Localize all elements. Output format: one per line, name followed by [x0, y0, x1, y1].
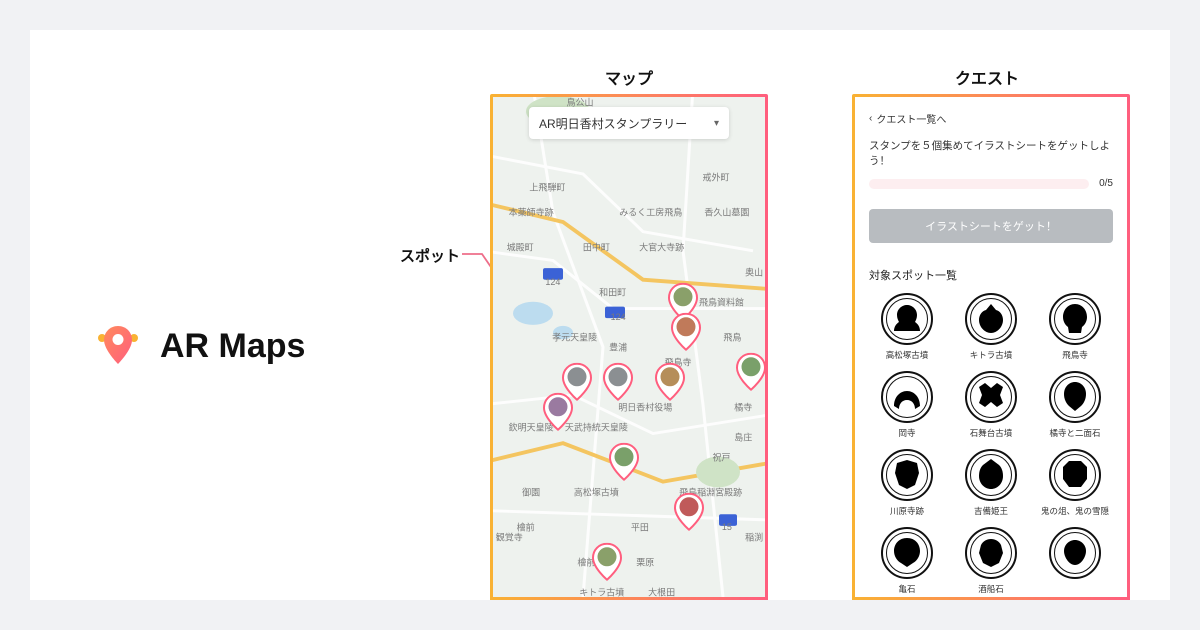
silhouette-icon — [973, 301, 1009, 337]
section-title-quest: クエスト — [955, 65, 1019, 89]
map-canvas[interactable]: 鳥公山別所町上飛騨町戒外町本薬師寺跡みるく工房飛鳥香久山墓園城殿町田中町大官大寺… — [493, 97, 765, 597]
map-spot-pin[interactable] — [608, 443, 640, 481]
silhouette-icon — [889, 535, 925, 571]
quest-spot-name: 鬼の俎、鬼の雪隠 — [1041, 505, 1109, 517]
silhouette-icon — [889, 301, 925, 337]
rally-select-value: AR明日香村スタンプラリー — [539, 115, 687, 132]
quest-description: スタンプを５個集めてイラストシートをゲットしよう！ — [869, 138, 1113, 168]
silhouette-icon — [973, 535, 1009, 571]
quest-spot-name: 高松塚古墳 — [886, 349, 929, 361]
quest-spot-coin — [881, 371, 933, 423]
quest-spot-item[interactable]: 石舞台古墳 — [953, 371, 1029, 439]
quest-spot-name: 吉備姫王 — [974, 505, 1008, 517]
silhouette-icon — [973, 457, 1009, 493]
silhouette-icon — [1057, 301, 1093, 337]
map-spot-pin[interactable] — [735, 353, 765, 391]
quest-spot-name: 岡寺 — [898, 427, 915, 439]
chevron-down-icon: ▾ — [714, 118, 719, 129]
map-phone-frame: 鳥公山別所町上飛騨町戒外町本薬師寺跡みるく工房飛鳥香久山墓園城殿町田中町大官大寺… — [490, 94, 768, 600]
quest-spot-coin — [965, 293, 1017, 345]
quest-progress-bar — [869, 179, 1089, 189]
quest-spot-coin — [881, 527, 933, 579]
quest-spot-item[interactable]: 亀石 — [869, 527, 945, 595]
brand-logo: AR Maps — [92, 320, 305, 372]
quest-reward-button-label: イラストシートをゲット！ — [925, 218, 1057, 234]
quest-spot-item[interactable] — [1037, 527, 1113, 595]
quest-spot-coin — [1049, 449, 1101, 501]
quest-spot-coin — [965, 371, 1017, 423]
silhouette-icon — [973, 379, 1009, 415]
quest-spot-name: 橘寺と二面石 — [1049, 427, 1100, 439]
quest-spot-item[interactable]: 橘寺と二面石 — [1037, 371, 1113, 439]
map-spot-pin[interactable] — [670, 313, 702, 351]
quest-back-link[interactable]: ‹ クエスト一覧へ — [869, 111, 1113, 126]
map-spot-pin[interactable] — [602, 363, 634, 401]
quest-spot-coin — [1049, 293, 1101, 345]
callout-spot-label: スポット — [400, 245, 460, 266]
map-spot-pin[interactable] — [542, 393, 574, 431]
quest-spot-name: 亀石 — [898, 583, 915, 595]
quest-spot-list-header: 対象スポット一覧 — [869, 267, 1113, 283]
quest-phone-frame: ‹ クエスト一覧へ スタンプを５個集めてイラストシートをゲットしよう！ 0/5 … — [852, 94, 1130, 600]
silhouette-icon — [1057, 535, 1093, 571]
quest-spot-item[interactable]: 高松塚古墳 — [869, 293, 945, 361]
quest-reward-button[interactable]: イラストシートをゲット！ — [869, 209, 1113, 243]
quest-back-label: クエスト一覧へ — [876, 111, 946, 126]
quest-spot-coin — [881, 449, 933, 501]
quest-spot-coin — [1049, 371, 1101, 423]
map-pin-logo-icon — [92, 320, 144, 372]
quest-spot-item[interactable]: キトラ古墳 — [953, 293, 1029, 361]
quest-spot-coin — [881, 293, 933, 345]
quest-spot-item[interactable]: 岡寺 — [869, 371, 945, 439]
map-spot-pin[interactable] — [591, 543, 623, 581]
quest-spot-item[interactable]: 吉備姫王 — [953, 449, 1029, 517]
quest-progress-count: 0/5 — [1099, 178, 1113, 189]
brand-name: AR Maps — [160, 327, 305, 366]
quest-spot-coin — [965, 527, 1017, 579]
quest-spot-coin — [1049, 527, 1101, 579]
quest-spot-name: 酒船石 — [978, 583, 1004, 595]
quest-spot-name: 川原寺跡 — [890, 505, 924, 517]
quest-spot-name: キトラ古墳 — [970, 349, 1013, 361]
quest-spot-coin — [965, 449, 1017, 501]
quest-spot-item[interactable]: 酒船石 — [953, 527, 1029, 595]
silhouette-icon — [889, 457, 925, 493]
section-title-map: マップ — [605, 65, 653, 89]
chevron-left-icon: ‹ — [869, 113, 872, 124]
quest-spot-item[interactable]: 飛鳥寺 — [1037, 293, 1113, 361]
silhouette-icon — [889, 379, 925, 415]
map-spot-pin[interactable] — [654, 363, 686, 401]
quest-spot-item[interactable]: 川原寺跡 — [869, 449, 945, 517]
silhouette-icon — [1057, 379, 1093, 415]
map-spot-pin[interactable] — [673, 493, 705, 531]
quest-spot-name: 飛鳥寺 — [1062, 349, 1088, 361]
quest-spot-item[interactable]: 鬼の俎、鬼の雪隠 — [1037, 449, 1113, 517]
quest-spot-name: 石舞台古墳 — [970, 427, 1013, 439]
silhouette-icon — [1057, 457, 1093, 493]
rally-select-dropdown[interactable]: AR明日香村スタンプラリー ▾ — [529, 107, 729, 139]
